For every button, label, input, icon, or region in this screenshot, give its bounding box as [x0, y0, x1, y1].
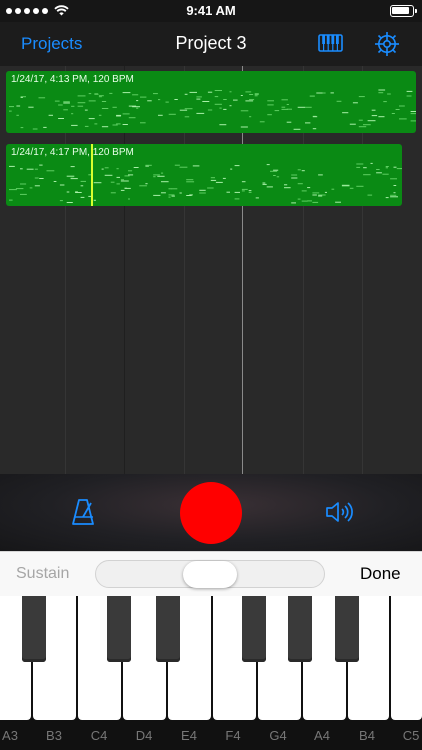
region-playhead-marker [91, 144, 93, 206]
track-region-label: 1/24/17, 4:17 PM, 120 BPM [11, 147, 134, 158]
piano-key-label: C4 [90, 728, 108, 743]
projects-back-button[interactable]: Projects [21, 34, 82, 54]
gear-icon[interactable] [374, 31, 400, 57]
piano-key-label: A4 [314, 728, 330, 743]
piano-black-key[interactable] [335, 596, 359, 662]
metronome-icon[interactable] [70, 498, 96, 526]
piano-keyboard: A3 B3 C4 D4 E4 F4 G4 A4 B4 C5 [0, 596, 422, 750]
nav-bar: Projects Project 3 [0, 22, 422, 66]
piano-key-label: E4 [181, 728, 197, 743]
piano-black-key[interactable] [242, 596, 266, 662]
status-bar: 9:41 AM [0, 0, 422, 22]
sustain-slider-thumb[interactable] [183, 561, 237, 588]
track-region[interactable]: 1/24/17, 4:13 PM, 120 BPM [6, 71, 416, 133]
piano-black-key[interactable] [107, 596, 131, 662]
keyboard-toolbar: Sustain Done [0, 551, 422, 596]
piano-black-key[interactable] [288, 596, 312, 662]
speaker-icon[interactable] [325, 501, 355, 523]
piano-key-label: F4 [225, 728, 241, 743]
piano-key-label: B4 [359, 728, 375, 743]
piano-key-label: D4 [135, 728, 153, 743]
track-timeline[interactable]: 1/24/17, 4:13 PM, 120 BPM 1/24/17, 4:17 … [0, 66, 422, 474]
done-button[interactable]: Done [360, 564, 401, 584]
record-button[interactable] [180, 482, 242, 544]
piano-white-key[interactable] [391, 596, 422, 720]
transport-controls [0, 474, 422, 551]
piano-black-key[interactable] [22, 596, 46, 662]
piano-black-key[interactable] [156, 596, 180, 662]
piano-key-label: B3 [46, 728, 62, 743]
battery-icon [390, 5, 417, 17]
track-region-label: 1/24/17, 4:13 PM, 120 BPM [11, 74, 134, 85]
keyboard-icon[interactable] [318, 34, 343, 52]
sustain-label: Sustain [16, 565, 70, 582]
status-time: 9:41 AM [186, 3, 236, 18]
piano-key-label: A3 [2, 728, 18, 743]
piano-key-label: G4 [269, 728, 287, 743]
piano-key-label: C5 [402, 728, 420, 743]
sustain-slider[interactable] [95, 560, 325, 588]
track-region[interactable]: 1/24/17, 4:17 PM, 120 BPM [6, 144, 402, 206]
